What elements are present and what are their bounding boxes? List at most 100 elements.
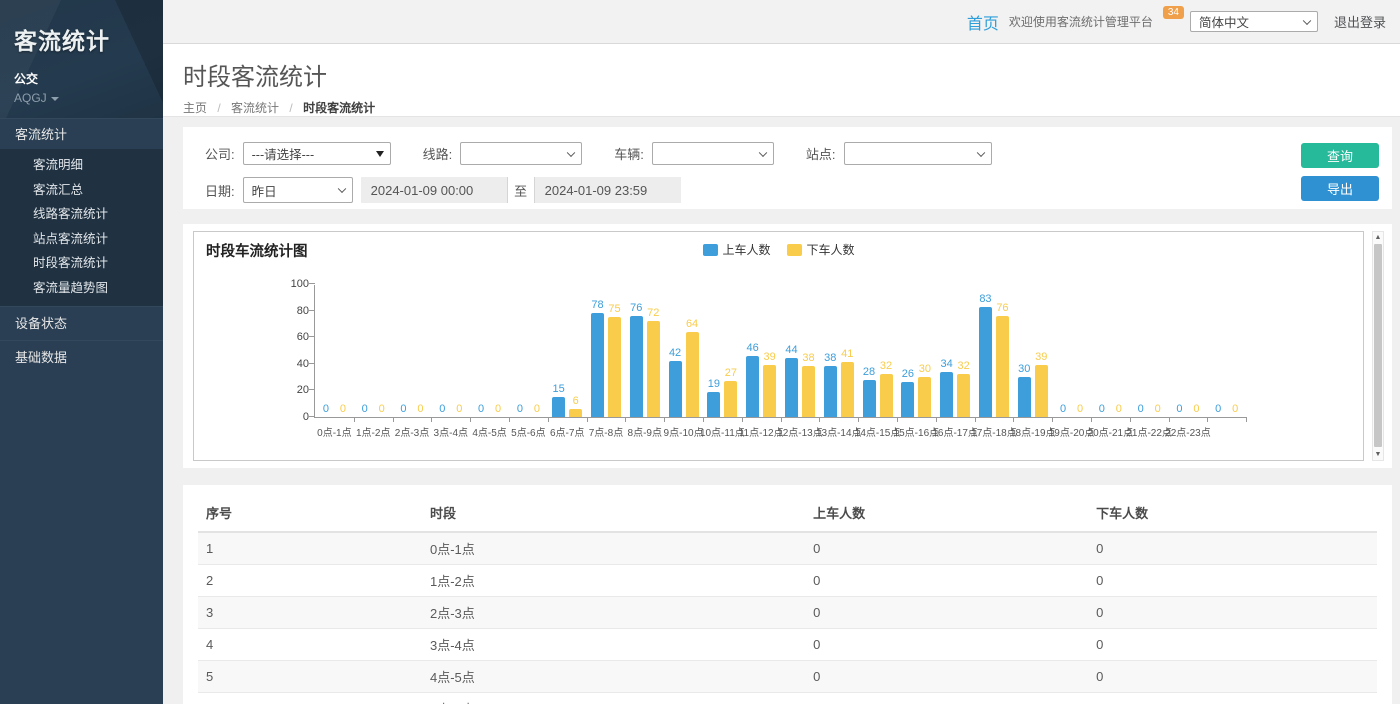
x-axis-tick-mark [1246, 417, 1247, 422]
bar-value-label: 19 [708, 379, 720, 390]
chart-plot: 020406080100000点-1点001点-2点002点-3点003点-4点… [314, 285, 1246, 418]
x-axis-category-label: 22点-23点 [1165, 424, 1211, 439]
chart-bar [996, 316, 1009, 417]
x-axis-category-label: 4点-5点 [472, 424, 506, 439]
scroll-up-arrow-icon[interactable]: ▲ [1373, 232, 1383, 243]
breadcrumb-separator: / [217, 101, 220, 115]
chart-category-group: 0020点-21点 [1091, 285, 1130, 417]
sidebar-section[interactable]: 基础数据 [0, 340, 163, 374]
search-button[interactable]: 查询 [1301, 143, 1379, 168]
notification-badge: 34 [1163, 6, 1184, 19]
chart-category-group: 78757点-8点 [587, 285, 626, 417]
breadcrumb-separator: / [289, 101, 292, 115]
bar-value-label: 83 [979, 294, 991, 305]
chart-category-group: 192710点-11点 [703, 285, 742, 417]
vehicle-filter: 车辆: [614, 142, 774, 165]
chart-container: 时段车流统计图 上车人数下车人数 020406080100000点-1点001点… [193, 231, 1364, 461]
table-cell: 0 [805, 597, 1088, 629]
x-axis-tick-mark [625, 417, 626, 422]
table-cell: 1 [198, 532, 422, 565]
breadcrumb-home[interactable]: 主页 [183, 101, 207, 115]
breadcrumb-section[interactable]: 客流统计 [231, 101, 279, 115]
x-axis-category-label: 3点-4点 [434, 424, 468, 439]
org-code-dropdown[interactable]: AQGJ [14, 91, 163, 105]
legend-item: 下车人数 [787, 241, 855, 258]
company-select[interactable]: ---请选择--- [243, 142, 391, 165]
x-axis-tick-mark [393, 417, 394, 422]
filter-row-2: 日期: 昨日 至 [205, 177, 1282, 203]
sidebar-subitem[interactable]: 站点客流统计 [0, 227, 163, 252]
station-filter: 站点: [806, 142, 992, 165]
bar-value-label: 28 [863, 367, 875, 378]
scrollbar-thumb[interactable] [1374, 244, 1382, 447]
date-to-input[interactable] [535, 177, 681, 203]
x-axis-tick-mark [1013, 417, 1014, 422]
chart-bar [608, 317, 621, 417]
sidebar-section[interactable]: 客流统计 [0, 118, 163, 149]
table-cell: 1点-2点 [422, 565, 805, 597]
sidebar-subitem[interactable]: 客流量趋势图 [0, 276, 163, 301]
filter-panel: 公司: ---请选择--- 线路: 车辆: [183, 127, 1392, 209]
sidebar-section[interactable]: 设备状态 [0, 306, 163, 340]
table-cell: 2点-3点 [422, 597, 805, 629]
table-cell: 2 [198, 565, 422, 597]
table-cell: 0 [1088, 532, 1377, 565]
sidebar-subitem[interactable]: 客流汇总 [0, 178, 163, 203]
x-axis-tick-mark [354, 417, 355, 422]
home-link[interactable]: 首页 [967, 10, 999, 34]
sidebar-subitem[interactable]: 线路客流统计 [0, 202, 163, 227]
y-axis-tick-mark [309, 283, 315, 284]
station-select[interactable] [844, 142, 992, 165]
table-cell: 0 [1088, 693, 1377, 704]
language-select[interactable]: 简体中文 [1190, 11, 1318, 32]
chart-bar [824, 366, 837, 417]
sidebar-brand: 客流统计 公交 AQGJ [0, 0, 163, 118]
x-axis-tick-mark [936, 417, 937, 422]
legend-label: 下车人数 [807, 241, 855, 258]
chart-category-group: 76728点-9点 [625, 285, 664, 417]
bar-value-label: 46 [747, 343, 759, 354]
bar-value-label: 64 [686, 319, 698, 330]
date-preset-select[interactable]: 昨日 [243, 177, 353, 203]
bar-value-label: 0 [1215, 404, 1221, 415]
chart-bar [863, 380, 876, 417]
bar-value-label: 0 [340, 404, 346, 415]
language-value: 简体中文 [1199, 12, 1249, 31]
chart-bar [724, 381, 737, 417]
bar-value-label: 0 [1155, 404, 1161, 415]
x-axis-tick-mark [664, 417, 665, 422]
sidebar: 客流统计 公交 AQGJ 客流统计客流明细客流汇总线路客流统计站点客流统计时段客… [0, 0, 163, 704]
chart-bar [686, 332, 699, 417]
chevron-down-icon [567, 148, 575, 156]
chart-bar [918, 377, 931, 417]
chart-category-group: 0021点-22点 [1130, 285, 1169, 417]
line-select[interactable] [460, 142, 582, 165]
x-axis-tick-mark [897, 417, 898, 422]
bar-value-label: 0 [1193, 404, 1199, 415]
chart-bar [940, 372, 953, 417]
breadcrumb: 主页 / 客流统计 / 时段客流统计 [183, 99, 1400, 116]
chart-category-group: 005点-6点 [509, 285, 548, 417]
table-cell: 4 [198, 629, 422, 661]
date-from-input[interactable] [361, 177, 507, 203]
chart-legend: 上车人数下车人数 [702, 241, 854, 258]
bar-value-label: 0 [495, 404, 501, 415]
x-axis-tick-mark [742, 417, 743, 422]
chart-category-group: 004点-5点 [470, 285, 509, 417]
logout-link[interactable]: 退出登录 [1334, 12, 1386, 31]
export-button[interactable]: 导出 [1301, 176, 1379, 201]
sidebar-menu: 客流统计客流明细客流汇总线路客流统计站点客流统计时段客流统计客流量趋势图设备状态… [0, 118, 163, 374]
welcome-text: 欢迎使用客流统计管理平台 [1009, 13, 1153, 30]
table-header-row: 序号时段上车人数下车人数 [198, 495, 1377, 532]
table-cell: 0 [805, 693, 1088, 704]
sidebar-subitem[interactable]: 客流明细 [0, 153, 163, 178]
breadcrumb-current: 时段客流统计 [303, 101, 375, 115]
chart-bar [901, 382, 914, 417]
sidebar-subitem[interactable]: 时段客流统计 [0, 251, 163, 276]
x-axis-tick-mark [1052, 417, 1053, 422]
scroll-down-arrow-icon[interactable]: ▼ [1373, 449, 1383, 460]
date-to-label: 至 [507, 177, 535, 203]
chart-category-group: 463911点-12点 [742, 285, 781, 417]
vehicle-select[interactable] [652, 142, 774, 165]
x-axis-category-label: 0点-1点 [317, 424, 351, 439]
